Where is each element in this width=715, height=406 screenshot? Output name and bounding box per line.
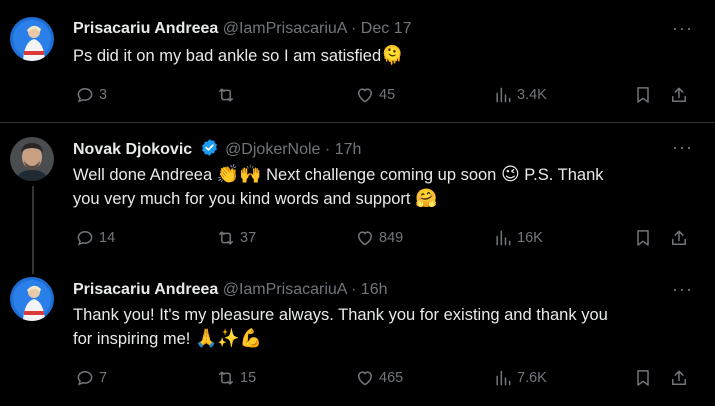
reply-icon <box>77 230 93 246</box>
like-button[interactable]: 849 <box>355 226 403 250</box>
tweet-header: Novak Djokovic @DjokerNole · 17h <box>73 138 361 160</box>
avatar[interactable] <box>10 277 54 321</box>
text-segment: Well done Andreea <box>73 166 217 184</box>
reply-count: 7 <box>99 370 108 386</box>
separator-dot: · <box>324 141 331 158</box>
avatar[interactable] <box>10 17 54 61</box>
tweet-text: Well done Andreea 👏🙌 Next challenge comi… <box>73 163 693 211</box>
like-count: 849 <box>379 230 404 246</box>
view-count: 16K <box>517 230 543 246</box>
share-button[interactable] <box>669 83 693 107</box>
author-name[interactable]: Prisacariu Andreea <box>73 281 218 298</box>
tweet-text-line: Well done Andreea 👏🙌 Next challenge comi… <box>73 163 693 187</box>
views-button[interactable]: 7.6K <box>493 366 547 390</box>
author-handle[interactable]: @IamPrisacariuA <box>223 281 347 298</box>
more-options-icon[interactable]: ··· <box>672 279 693 299</box>
more-options-icon[interactable]: ··· <box>672 137 693 157</box>
heart-icon <box>358 371 372 386</box>
text-segment: you very much for you kind words and sup… <box>73 190 416 208</box>
tweet-text-line: for inspiring me! 🙏✨💪 <box>73 327 693 351</box>
share-button[interactable] <box>669 226 693 250</box>
tweet-2[interactable]: Novak Djokovic @DjokerNole · 17h ··· Wel… <box>0 123 715 263</box>
tweet-text-line: Ps did it on my bad ankle so I am satisf… <box>73 47 382 65</box>
separator-dot: · <box>351 20 357 37</box>
repost-button[interactable] <box>216 83 240 107</box>
share-icon <box>672 230 686 245</box>
views-chart-icon <box>496 370 511 386</box>
tweet-text-line: Thank you! It's my pleasure always. Than… <box>73 306 608 324</box>
like-count: 45 <box>379 87 396 103</box>
avatar-tennis-player-icon <box>10 277 54 321</box>
reply-icon <box>77 87 93 103</box>
share-icon <box>672 370 686 385</box>
bookmark-button[interactable] <box>633 366 657 390</box>
bookmark-icon <box>637 230 649 246</box>
bookmark-icon <box>637 370 649 386</box>
text-segment: for inspiring me! <box>73 330 195 348</box>
repost-icon <box>219 371 233 385</box>
text-segment: Next challenge coming up soon <box>261 166 501 184</box>
reply-count: 3 <box>99 87 108 103</box>
bookmark-button[interactable] <box>633 83 657 107</box>
avatar-portrait-icon <box>10 137 54 181</box>
repost-icon <box>219 88 233 102</box>
author-name[interactable]: Prisacariu Andreea <box>73 20 218 37</box>
view-count: 3.4K <box>517 87 547 103</box>
views-chart-icon <box>496 230 511 246</box>
tweet-actions: 7 15 465 7.6K <box>73 366 693 390</box>
repost-icon <box>219 231 233 245</box>
tweet-text-line: you very much for you kind words and sup… <box>73 187 693 211</box>
like-button[interactable]: 45 <box>355 83 395 107</box>
verified-badge-icon[interactable] <box>200 138 219 157</box>
repost-count: 15 <box>240 370 257 386</box>
tweet-header: Prisacariu Andreea @IamPrisacariuA · Dec… <box>73 19 412 39</box>
like-count: 465 <box>379 370 404 386</box>
tweet-text: Ps did it on my bad ankle so I am satisf… <box>73 44 693 68</box>
avatar[interactable] <box>10 137 54 181</box>
reply-button[interactable]: 3 <box>75 83 107 107</box>
bookmark-button[interactable] <box>633 226 657 250</box>
tweet-3[interactable]: Prisacariu Andreea @IamPrisacariuA · 16h… <box>0 263 715 406</box>
timestamp[interactable]: 17h <box>335 141 362 158</box>
reply-button[interactable]: 7 <box>75 366 107 390</box>
praying-hands-sparkles-emoji: 🙏✨💪 <box>194 328 263 349</box>
author-name[interactable]: Novak Djokovic <box>73 141 192 158</box>
timestamp[interactable]: 16h <box>361 281 388 298</box>
view-count: 7.6K <box>517 370 547 386</box>
tweet-header: Prisacariu Andreea @IamPrisacariuA · 16h <box>73 280 388 300</box>
author-handle[interactable]: @IamPrisacariuA <box>223 20 347 37</box>
reply-count: 14 <box>99 230 116 246</box>
avatar-tennis-player-icon <box>10 17 54 61</box>
bookmark-icon <box>637 87 649 103</box>
share-button[interactable] <box>669 366 693 390</box>
separator-dot: · <box>351 281 357 298</box>
repost-button[interactable]: 37 <box>216 226 256 250</box>
tweet-actions: 14 37 849 16K <box>73 226 693 250</box>
heart-icon <box>358 88 372 103</box>
views-button[interactable]: 16K <box>493 226 543 250</box>
hugging-face-emoji: 🤗 <box>415 188 438 209</box>
text-segment: P.S. Thank <box>519 166 604 184</box>
clapping-hands-emoji: 👏🙌 <box>216 164 262 185</box>
tweet-1[interactable]: Prisacariu Andreea @IamPrisacariuA · Dec… <box>0 0 715 120</box>
timestamp[interactable]: Dec 17 <box>361 20 412 37</box>
tweet-text: Thank you! It's my pleasure always. Than… <box>73 303 693 351</box>
reply-button[interactable]: 14 <box>75 226 115 250</box>
more-options-icon[interactable]: ··· <box>672 18 693 38</box>
reply-icon <box>77 370 93 386</box>
heart-icon <box>358 231 372 246</box>
views-button[interactable]: 3.4K <box>493 83 547 107</box>
share-icon <box>672 87 686 102</box>
melting-face-emoji: 🫠 <box>381 45 404 66</box>
winking-face-emoji: 😉 <box>500 164 520 185</box>
repost-count: 37 <box>240 230 257 246</box>
tweet-actions: 3 45 3.4K <box>73 83 693 107</box>
author-handle[interactable]: @DjokerNole <box>225 141 320 158</box>
repost-button[interactable]: 15 <box>216 366 256 390</box>
like-button[interactable]: 465 <box>355 366 403 390</box>
views-chart-icon <box>496 87 511 103</box>
